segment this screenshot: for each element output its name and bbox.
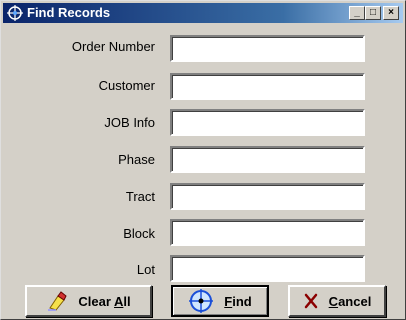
window-title: Find Records bbox=[27, 5, 111, 20]
crosshair-icon bbox=[189, 289, 214, 313]
minimize-button[interactable]: _ bbox=[349, 6, 365, 20]
minimize-icon: _ bbox=[354, 7, 360, 18]
clear-all-button[interactable]: Clear All bbox=[25, 285, 152, 317]
clear-all-label: Clear All bbox=[78, 293, 131, 309]
close-button[interactable]: × bbox=[383, 6, 399, 20]
order-number-label: Order Number bbox=[71, 39, 155, 54]
lot-label: Lot bbox=[136, 262, 155, 277]
block-label: Block bbox=[123, 226, 155, 241]
close-icon: × bbox=[388, 7, 394, 18]
job-info-label: JOB Info bbox=[104, 115, 155, 130]
phase-label: Phase bbox=[118, 152, 155, 167]
find-button[interactable]: Find bbox=[171, 285, 269, 317]
cancel-button[interactable]: Cancel bbox=[288, 285, 386, 317]
order-number-field[interactable] bbox=[170, 35, 365, 62]
block-field[interactable] bbox=[170, 219, 365, 246]
customer-field[interactable] bbox=[170, 73, 365, 100]
tract-field[interactable] bbox=[170, 183, 365, 210]
phase-field[interactable] bbox=[170, 146, 365, 173]
maximize-icon: □ bbox=[369, 7, 377, 18]
maximize-button[interactable]: □ bbox=[365, 6, 381, 20]
find-records-window: Find Records _ □ × Order Number Customer… bbox=[0, 0, 406, 320]
crosshair-icon bbox=[7, 5, 23, 21]
job-info-field[interactable] bbox=[170, 109, 365, 136]
customer-label: Customer bbox=[98, 78, 155, 93]
eraser-icon bbox=[48, 291, 67, 311]
lot-field[interactable] bbox=[170, 255, 365, 282]
cancel-label: Cancel bbox=[328, 293, 372, 309]
tract-label: Tract bbox=[125, 189, 155, 204]
title-bar[interactable]: Find Records _ □ × bbox=[3, 3, 403, 23]
x-icon bbox=[304, 293, 317, 309]
find-label: Find bbox=[224, 293, 252, 309]
